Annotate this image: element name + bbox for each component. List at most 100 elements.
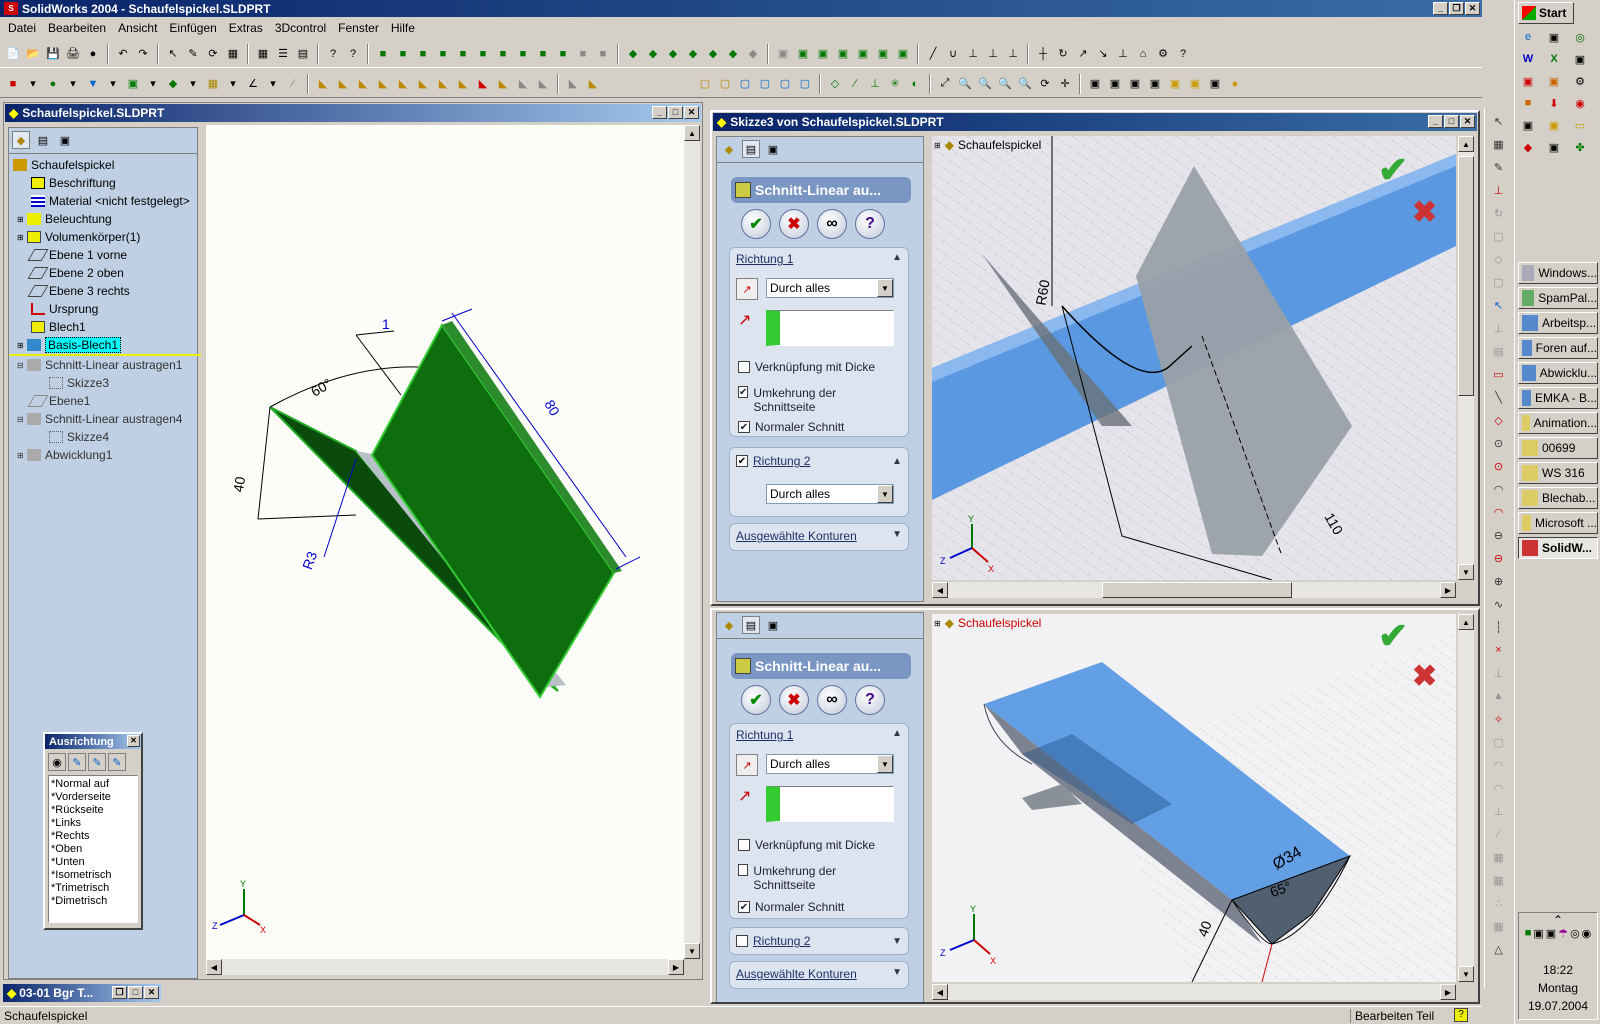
direction-selection-box[interactable] [766,786,894,822]
tool-icon[interactable]: ▢ [1490,733,1508,751]
sheetmetal-icon[interactable]: ◣ [434,75,452,93]
app-icon[interactable]: ▣ [1545,116,1563,134]
feature-icon[interactable]: ■ [494,45,512,63]
tree-root[interactable]: Schaufelspickel [13,156,197,174]
centerline-icon[interactable]: ┆ [1490,618,1508,636]
sheetmetal-icon[interactable]: ◆ [684,45,702,63]
sheetmetal-icon[interactable]: ◆ [744,45,762,63]
feature-icon[interactable]: ■ [434,45,452,63]
tree-item-volumenkoerper[interactable]: ⊞ Volumenkörper(1) [13,228,197,246]
sketch-icon[interactable]: ✎ [1490,158,1508,176]
confirm-ok-icon[interactable]: ✔ [1378,615,1408,656]
select-icon[interactable]: ↖ [164,45,182,63]
task-arbeitsp[interactable]: Arbeitsp... [1518,312,1598,334]
sheetmetal-icon[interactable]: ◣ [584,75,602,93]
sheetmetal-icon[interactable]: ◆ [664,45,682,63]
cancel-button[interactable]: ✖ [779,685,809,715]
sheetmetal-icon[interactable]: ◣ [414,75,432,93]
tool-icon[interactable]: ▣ [794,45,812,63]
task-microsoft[interactable]: Microsoft ... [1518,512,1598,534]
menu-bearbeiten[interactable]: Bearbeiten [42,20,112,36]
sketch-icon[interactable]: ✎ [184,45,202,63]
display-icon[interactable]: ▣ [1086,75,1104,93]
sheetmetal-icon[interactable]: ◣ [374,75,392,93]
normal-cut-checkbox[interactable]: ✔ Normaler Schnitt [738,420,844,434]
feature-icon[interactable]: ■ [574,45,592,63]
sheetmetal-icon[interactable]: ◣ [474,75,492,93]
dropdown-icon[interactable]: ▾ [104,75,122,93]
spline-icon[interactable]: ∿ [1490,595,1508,613]
task-emka[interactable]: EMKA - B... [1518,387,1598,409]
sheetmetal-icon[interactable]: ◣ [314,75,332,93]
sketch-tool-icon[interactable]: ┼ [1034,45,1052,63]
display-icon[interactable]: ▣ [1186,75,1204,93]
tool-icon[interactable]: ▢ [1490,227,1508,245]
line-icon[interactable]: ╲ [1490,388,1508,406]
tray-network-icon[interactable]: ▣ [1533,927,1543,963]
tab-configmanager[interactable]: ▣ [764,616,782,634]
preview-button[interactable]: ∞ [817,685,847,715]
tool-icon[interactable]: ▣ [774,45,792,63]
tool-icon[interactable]: ◠ [1490,756,1508,774]
table-icon[interactable]: ▤ [294,45,312,63]
display-icon[interactable]: ▣ [1206,75,1224,93]
dim-r3[interactable]: R3 [299,549,320,571]
sheetmetal-icon[interactable]: ◣ [494,75,512,93]
scroll-left-button[interactable]: ◀ [932,984,948,1000]
app-icon[interactable]: ▣ [1545,138,1563,156]
app-icon[interactable]: ◆ [1519,138,1537,156]
tool-icon[interactable]: ∕ [1490,825,1508,843]
tab-featuremanager[interactable]: ◆ [720,140,738,158]
menu-hilfe[interactable]: Hilfe [385,20,421,36]
open-icon[interactable]: 📂 [24,45,42,63]
thickness-link-checkbox[interactable]: Verknüpfung mit Dicke [738,360,875,374]
direction2-title[interactable]: Richtung 2 [753,934,810,948]
tray-network-icon[interactable]: ▣ [1546,927,1556,963]
dropdown-icon[interactable]: ▾ [24,75,42,93]
line-icon[interactable]: ⊥ [964,45,982,63]
direction1-title[interactable]: Richtung 1 [736,728,793,742]
hscroll-sketch3[interactable]: ◀ ▶ [932,582,1456,598]
dropdown-icon[interactable]: ▾ [264,75,282,93]
scroll-up-button[interactable]: ▲ [1458,136,1474,152]
grid-icon[interactable]: ▦ [1490,135,1508,153]
contours-title[interactable]: Ausgewählte Konturen [736,967,857,981]
rotate-icon[interactable]: ⟳ [1036,75,1054,93]
app-icon[interactable]: ◎ [1571,28,1589,46]
sketch-tool-icon[interactable]: ↗ [1074,45,1092,63]
tray-expand-icon[interactable]: ⌃ [1519,913,1597,927]
minimize-button[interactable]: _ [652,106,667,119]
start-button[interactable]: Start [1518,2,1574,24]
scroll-down-button[interactable]: ▼ [684,943,700,959]
tool-icon[interactable]: ⊥ [1490,664,1508,682]
feature-icon[interactable]: ■ [394,45,412,63]
scroll-up-button[interactable]: ▲ [1458,614,1474,630]
ok-button[interactable]: ✔ [741,209,771,239]
zoom-icon[interactable]: 🔍 [1016,75,1034,93]
close-button[interactable]: ✕ [127,735,140,747]
line-icon[interactable]: ⊥ [984,45,1002,63]
tool-icon[interactable]: ▦ [1490,848,1508,866]
reverse-direction-icon[interactable]: ↗ [736,754,758,776]
reverse-direction-icon[interactable]: ↗ [736,278,758,300]
scroll-thumb[interactable] [1458,156,1474,396]
sketch-tool-icon[interactable]: ⊥ [866,75,884,93]
sheetmetal-icon[interactable]: ◣ [334,75,352,93]
task-spampal[interactable]: SpamPal... [1518,287,1598,309]
feature-icon[interactable]: ■ [454,45,472,63]
view-icon[interactable]: ▢ [796,75,814,93]
view-icon[interactable]: ▢ [776,75,794,93]
scroll-left-button[interactable]: ◀ [206,959,222,975]
tool-icon[interactable]: ↖ [1490,296,1508,314]
orient-dimetric[interactable]: *Dimetrisch [51,895,135,908]
app-icon[interactable]: ⚙ [1571,72,1589,90]
app-icon[interactable]: ▣ [1545,28,1563,46]
app-icon[interactable]: ✤ [1571,138,1589,156]
sketch-tool-icon[interactable]: ⚙ [1154,45,1172,63]
feature-icon[interactable]: ■ [534,45,552,63]
restore-button[interactable]: ❐ [112,986,127,999]
rebuild-icon[interactable]: ⟳ [204,45,222,63]
tool-icon[interactable]: ◆ [164,75,182,93]
arc-icon[interactable]: ◠ [1490,480,1508,498]
orient-front[interactable]: *Vorderseite [51,791,135,804]
